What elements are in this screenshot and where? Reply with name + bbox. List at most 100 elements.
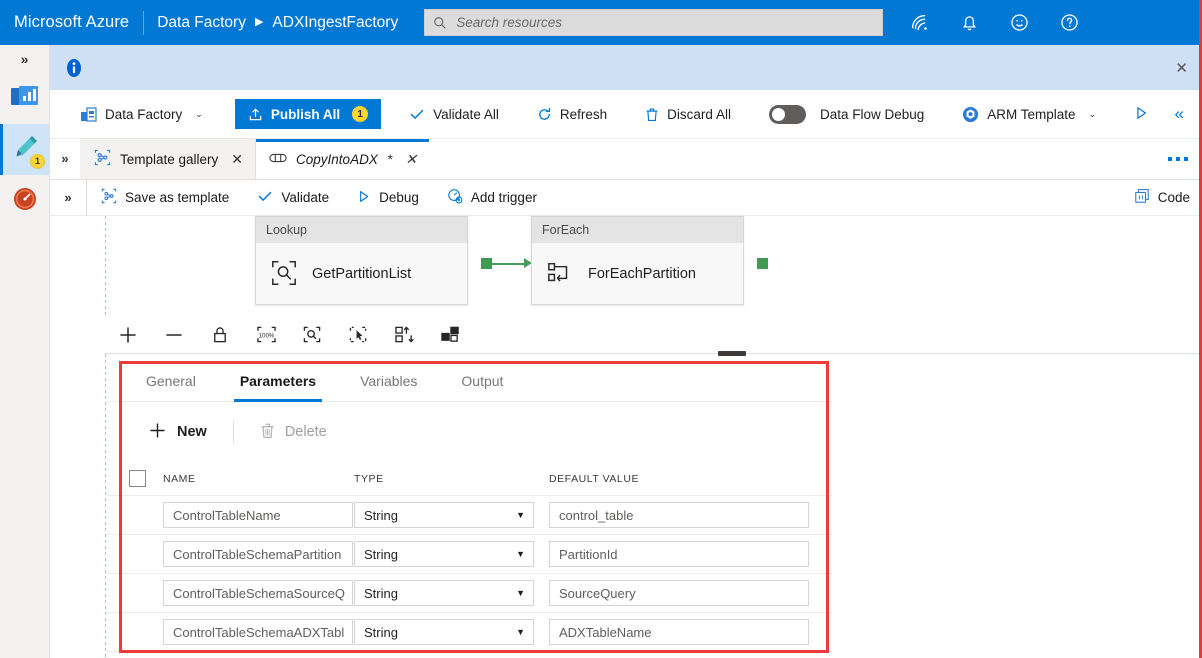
azure-brand-logo[interactable]: Microsoft Azure [0,13,129,32]
data-flow-debug-toggle[interactable]: Data Flow Debug [759,98,934,131]
new-parameter-button[interactable]: New [136,414,219,450]
add-trigger-button[interactable]: Add trigger [433,180,551,216]
auto-align-icon[interactable] [381,316,427,354]
chevron-down-icon: ▼ [516,510,525,520]
activity-body: GetPartitionList [256,243,467,305]
delete-parameter-button[interactable]: Delete [248,414,339,450]
breadcrumb-resource[interactable]: ADXIngestFactory [272,14,398,32]
refresh-label: Refresh [559,106,608,122]
parameter-name-cell: ControlTableSchemaADXTabl [154,619,354,645]
connector-output-port-lookup[interactable] [481,258,492,269]
more-options-ellipsis-icon[interactable] [1168,156,1188,161]
parameter-default-input[interactable]: ADXTableName [549,619,809,645]
parameter-type-value: String [364,507,398,523]
notifications-bell-icon[interactable] [959,12,981,34]
arm-template-label: ARM Template [987,106,1076,122]
connector-output-port-foreach[interactable] [757,258,768,269]
tab-close-icon[interactable]: ✕ [231,151,243,168]
activity-name-lookup: GetPartitionList [312,266,412,282]
check-icon [409,106,425,122]
tab-variables[interactable]: Variables [338,360,439,402]
validate-button[interactable]: Validate [243,180,343,216]
tab-parameters-label: Parameters [239,372,317,389]
publish-all-button[interactable]: Publish All 1 [234,99,382,129]
zoom-in-icon[interactable] [105,316,151,354]
zoom-to-fit-icon[interactable] [289,316,335,354]
panel-resize-handle[interactable] [718,351,746,356]
parameter-default-input[interactable]: PartitionId [549,541,809,567]
parameter-name-input[interactable]: ControlTableSchemaPartition [163,541,353,567]
data-factory-selector[interactable]: Data Factory ⌄ [70,98,213,131]
help-question-icon[interactable] [1059,12,1081,34]
show-related-icon[interactable] [427,316,473,354]
rail-item-home[interactable] [0,73,49,124]
rail-item-monitor[interactable] [0,175,49,226]
parameter-type-dropdown[interactable]: String ▼ [354,541,534,567]
select-mode-icon[interactable] [335,316,381,354]
collapse-panel-chevron-icon[interactable]: « [1167,104,1192,124]
feedback-smiley-icon[interactable] [1009,12,1031,34]
tab-output[interactable]: Output [439,360,525,402]
left-navigation-rail: » 1 [0,45,50,658]
debug-button[interactable]: Debug [343,180,433,216]
info-banner-close-icon[interactable]: ✕ [1175,59,1188,77]
parameter-type-cell: String ▼ [354,502,549,528]
search-icon [433,16,447,30]
cloud-shell-icon[interactable] [909,12,931,34]
parameter-type-dropdown[interactable]: String ▼ [354,619,534,645]
topbar-icon-group [909,12,1081,34]
pipeline-canvas[interactable]: Lookup GetPartitionList ForEach ForEachP… [50,216,1202,316]
global-search-box[interactable]: Search resources [424,9,884,36]
connector-line [492,262,526,265]
tab-general[interactable]: General [124,360,218,402]
new-parameter-label: New [177,424,207,440]
plus-icon [148,421,167,444]
zoom-out-icon[interactable] [151,316,197,354]
validate-all-label: Validate All [433,106,499,122]
rail-expand-chevron-icon[interactable]: » [0,45,49,73]
parameter-name-input[interactable]: ControlTableSchemaADXTabl [163,619,353,645]
tab-copyintoadx-label: CopyIntoADX [296,151,378,167]
parameter-type-dropdown[interactable]: String ▼ [354,502,534,528]
foreach-loop-icon [546,260,574,289]
tab-copyintoadx[interactable]: CopyIntoADX * ✕ [255,139,430,179]
lock-icon[interactable] [197,316,243,354]
tab-parameters[interactable]: Parameters [218,360,338,402]
parameter-type-cell: String ▼ [354,580,549,606]
discard-all-button[interactable]: Discard All [635,98,741,131]
activity-node-lookup[interactable]: Lookup GetPartitionList [255,216,468,305]
parameter-name-cell: ControlTableSchemaPartition [154,541,354,567]
panel-right-empty-area [832,354,1202,658]
add-trigger-label: Add trigger [470,190,537,205]
save-template-icon [101,188,117,207]
rail-item-author[interactable]: 1 [0,124,49,175]
author-unsaved-badge: 1 [30,154,45,169]
toggle-switch[interactable] [768,104,806,124]
select-all-checkbox[interactable] [128,470,146,487]
save-as-template-button[interactable]: Save as template [87,180,243,216]
parameters-toolbar: New Delete [106,407,339,457]
activity-body: ForEachPartition [532,243,743,305]
validate-all-button[interactable]: Validate All [399,98,509,131]
add-trigger-icon [447,188,463,207]
home-monitor-icon [10,84,40,113]
parameter-type-dropdown[interactable]: String ▼ [354,580,534,606]
breadcrumb-service[interactable]: Data Factory [157,14,246,32]
refresh-button[interactable]: Refresh [527,98,617,131]
tab-variables-label: Variables [360,372,418,389]
tab-template-gallery[interactable]: Template gallery ✕ [80,139,256,179]
parameter-default-input[interactable]: control_table [549,502,809,528]
play-triangle-icon[interactable] [1120,105,1163,124]
zoom-to-100-icon[interactable]: 100% [243,316,289,354]
arm-template-menu[interactable]: ARM Template ⌄ [952,98,1106,131]
activity-node-foreach[interactable]: ForEach ForEachPartition [531,216,744,305]
tabstrip-expand-chevron-icon[interactable]: » [50,138,80,179]
code-button[interactable]: Code [1120,180,1202,216]
parameter-name-input[interactable]: ControlTableSchemaSourceQ [163,580,353,606]
pipeline-toolbar-chevron-icon[interactable]: » [50,190,86,205]
tab-dirty-indicator: * [386,151,393,167]
tab-close-icon[interactable]: ✕ [405,151,417,168]
parameter-type-cell: String ▼ [354,619,549,645]
parameter-name-input[interactable]: ControlTableName [163,502,353,528]
parameter-default-input[interactable]: SourceQuery [549,580,809,606]
